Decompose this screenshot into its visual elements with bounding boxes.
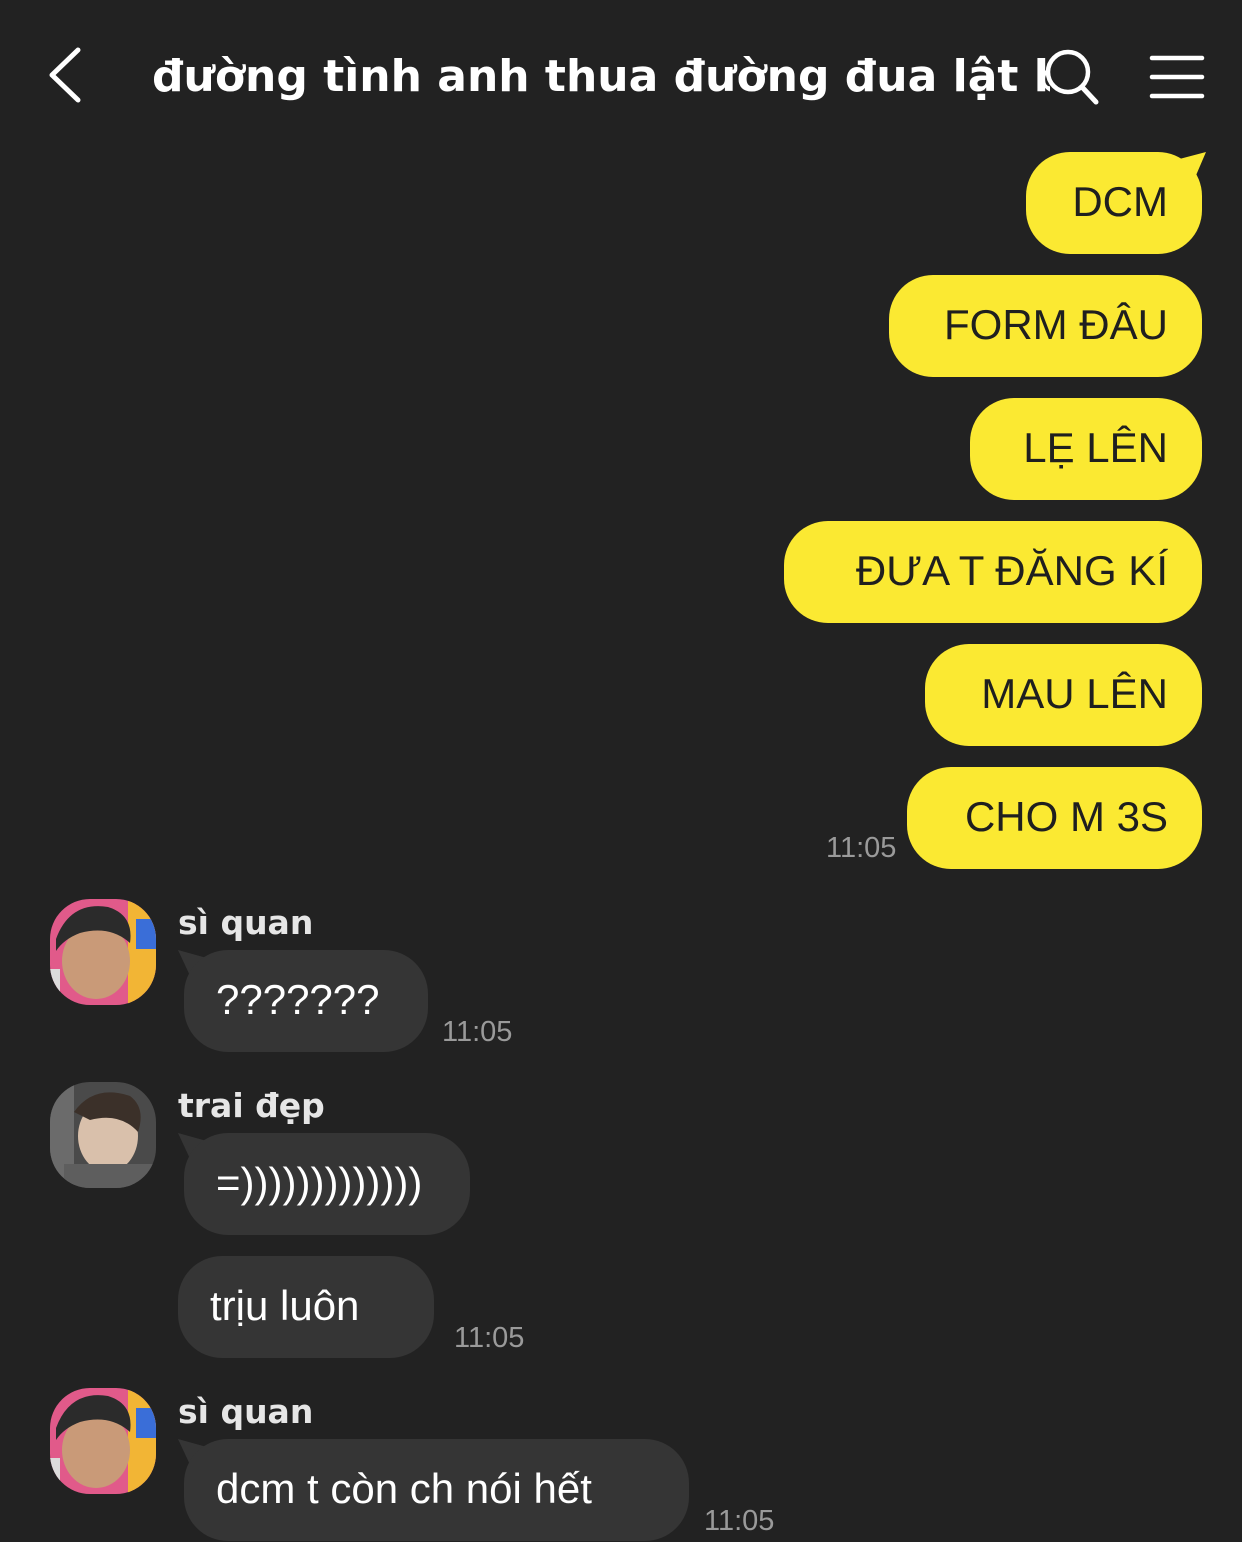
sender-name: trai đẹp	[178, 1086, 325, 1125]
outgoing-message[interactable]: ĐƯA T ĐĂNG KÍ	[784, 521, 1202, 623]
sender-name: sì quan	[178, 1392, 314, 1431]
outgoing-message[interactable]: LẸ LÊN	[970, 398, 1202, 500]
outgoing-message[interactable]: MAU LÊN	[925, 644, 1202, 746]
menu-button[interactable]	[1146, 50, 1208, 104]
hamburger-menu-icon	[1149, 55, 1205, 99]
incoming-message[interactable]: trịu luôn	[178, 1256, 434, 1358]
search-icon	[1045, 49, 1099, 105]
incoming-message[interactable]: =)))))))))))))	[184, 1133, 470, 1235]
message-timestamp: 11:05	[826, 832, 897, 864]
chat-header: đường tình anh thua đường đua lật bánh	[0, 0, 1242, 150]
outgoing-message[interactable]: FORM ĐÂU	[889, 275, 1202, 377]
sender-name: sì quan	[178, 903, 314, 942]
message-timestamp: 11:05	[442, 1016, 513, 1048]
message-timestamp: 11:05	[704, 1505, 775, 1537]
avatar[interactable]	[50, 1388, 156, 1494]
message-timestamp: 11:05	[454, 1322, 525, 1354]
chat-title: đường tình anh thua đường đua lật bánh	[152, 51, 1050, 102]
chevron-left-icon	[49, 47, 81, 103]
avatar[interactable]	[50, 1082, 156, 1188]
incoming-message[interactable]: ???????	[184, 950, 428, 1052]
outgoing-message[interactable]: DCM	[1026, 152, 1202, 254]
outgoing-message[interactable]: CHO M 3S	[907, 767, 1202, 869]
back-button[interactable]	[40, 40, 96, 110]
incoming-message[interactable]: dcm t còn ch nói hết	[184, 1439, 689, 1541]
search-button[interactable]	[1040, 44, 1102, 110]
avatar[interactable]	[50, 899, 156, 1005]
